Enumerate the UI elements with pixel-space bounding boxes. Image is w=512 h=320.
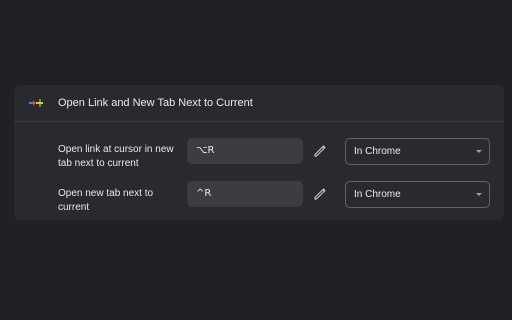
scope-select-new-tab[interactable]: In Chrome (345, 181, 490, 208)
shortcut-label-new-tab: Open new tab next to current (58, 188, 154, 213)
extension-title: Open Link and New Tab Next to Current (58, 97, 253, 109)
extension-shortcuts-card: Open Link and New Tab Next to Current Op… (14, 85, 504, 220)
card-header: Open Link and New Tab Next to Current (14, 85, 504, 122)
shortcut-input-new-tab[interactable]: ^R (187, 181, 303, 207)
shortcut-input-open-link[interactable]: ⌥R (187, 138, 303, 164)
shortcut-label-open-link: Open link at cursor in new tab next to c… (58, 144, 174, 169)
pencil-icon[interactable] (312, 186, 328, 202)
chevron-down-icon (476, 193, 482, 196)
ext-arrow-plus-icon (29, 99, 43, 107)
pencil-icon[interactable] (312, 143, 328, 159)
scope-select-value: In Chrome (354, 146, 401, 157)
scope-select-value: In Chrome (354, 189, 401, 200)
scope-select-open-link[interactable]: In Chrome (345, 138, 490, 165)
chevron-down-icon (476, 150, 482, 153)
